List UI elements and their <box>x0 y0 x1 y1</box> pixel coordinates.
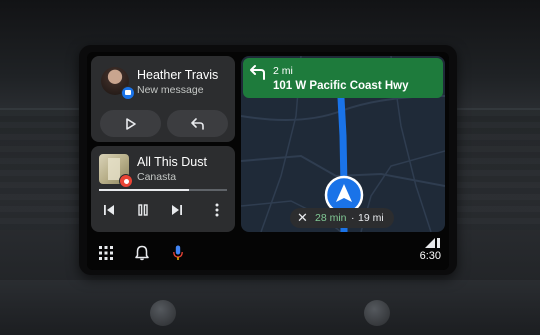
song-artist: Canasta <box>137 171 177 183</box>
turn-street: 101 W Pacific Coast Hwy <box>273 80 409 92</box>
dashboard-knob <box>150 300 176 326</box>
next-track-button[interactable] <box>165 198 189 222</box>
status-clock: 6:30 <box>419 250 441 262</box>
turn-left-icon <box>250 65 265 80</box>
skip-previous-icon <box>104 205 114 215</box>
previous-track-button[interactable] <box>97 198 121 222</box>
pause-button[interactable] <box>131 198 155 222</box>
message-card[interactable]: Heather Travis New message <box>91 56 235 142</box>
mic-icon <box>173 245 183 260</box>
dashboard-knob <box>364 300 390 326</box>
reply-button[interactable] <box>167 110 228 137</box>
contact-name: Heather Travis <box>137 68 219 82</box>
more-options-button[interactable] <box>205 198 229 222</box>
android-auto-screen: Heather Travis New message All This Dust… <box>87 52 449 270</box>
playback-progress-fill <box>99 189 189 191</box>
skip-next-icon <box>172 205 182 215</box>
grid-icon <box>99 246 113 260</box>
app-launcher-button[interactable] <box>95 242 117 264</box>
eta-pill[interactable]: ✕ 28 min · 19 mi <box>290 208 394 228</box>
bottom-rail: 6:30 <box>87 236 449 270</box>
song-title: All This Dust <box>137 155 207 169</box>
message-badge-icon <box>121 86 135 100</box>
playback-progress[interactable] <box>99 189 227 191</box>
air-vent-left <box>0 110 80 230</box>
music-app-icon <box>119 174 133 188</box>
play-icon <box>125 117 136 130</box>
reply-icon <box>190 117 204 130</box>
eta-time: 28 min <box>315 212 347 224</box>
dashboard-bottom <box>0 280 540 335</box>
turn-distance: 2 mi <box>273 65 293 77</box>
message-status: New message <box>137 84 204 96</box>
assistant-button[interactable] <box>167 242 189 264</box>
signal-icon <box>425 238 440 248</box>
play-message-button[interactable] <box>100 110 161 137</box>
air-vent-right <box>450 110 540 230</box>
pause-icon <box>138 204 148 216</box>
navigation-banner[interactable]: 2 mi 101 W Pacific Coast Hwy <box>243 58 443 98</box>
more-vert-icon <box>215 203 219 217</box>
bell-icon <box>135 245 149 261</box>
eta-separator: · <box>351 212 355 224</box>
navigation-map[interactable]: 2 mi 101 W Pacific Coast Hwy ✕ 28 min · … <box>241 56 445 232</box>
media-card[interactable]: All This Dust Canasta <box>91 146 235 232</box>
eta-distance: 19 mi <box>358 212 384 224</box>
close-icon[interactable]: ✕ <box>297 210 308 226</box>
notifications-button[interactable] <box>131 242 153 264</box>
